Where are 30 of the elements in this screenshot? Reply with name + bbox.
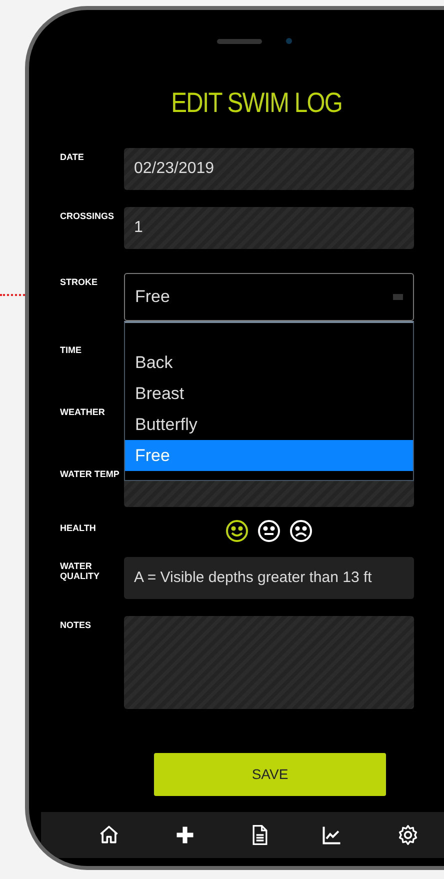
dropdown-option[interactable]: Breast	[125, 378, 413, 409]
smiley-face-icon[interactable]	[225, 519, 249, 543]
select-field[interactable]: Free	[124, 273, 414, 321]
home-icon[interactable]	[98, 824, 120, 846]
dropdown-handle-icon	[393, 294, 403, 300]
field-label: HEALTH	[60, 522, 97, 535]
neutral-face-icon[interactable]	[257, 519, 281, 543]
line-chart-icon[interactable]	[321, 824, 343, 846]
dropdown-option[interactable]: Free	[125, 440, 413, 471]
save-button[interactable]: SAVE	[154, 753, 386, 796]
dropdown-option[interactable]: Back	[125, 347, 413, 378]
field-label: WATER TEMP	[60, 468, 120, 481]
field-label: WEATHER	[60, 406, 106, 419]
input-field[interactable]: 02/23/2019	[124, 148, 414, 190]
camera-dot	[286, 38, 292, 44]
field-label: NOTES	[60, 619, 92, 632]
screen-title: EDIT SWIM LOG	[172, 86, 342, 120]
settings-icon[interactable]	[397, 824, 419, 846]
field-label: STROKE	[60, 276, 99, 289]
input-field[interactable]: A = Visible depths greater than 13 ft	[124, 557, 414, 599]
field-label: DATE	[60, 151, 85, 164]
field-label: CROSSINGS	[60, 210, 116, 223]
field-label: WATER QUALITY	[60, 560, 100, 584]
dropdown-option[interactable]: Butterfly	[125, 409, 413, 440]
field-label: TIME	[60, 344, 82, 357]
speaker-grille	[216, 38, 262, 44]
selected-value: Free	[135, 286, 170, 308]
frowning-face-icon[interactable]	[289, 519, 313, 543]
plus-icon[interactable]	[174, 824, 196, 846]
input-field[interactable]: 1	[124, 207, 414, 249]
